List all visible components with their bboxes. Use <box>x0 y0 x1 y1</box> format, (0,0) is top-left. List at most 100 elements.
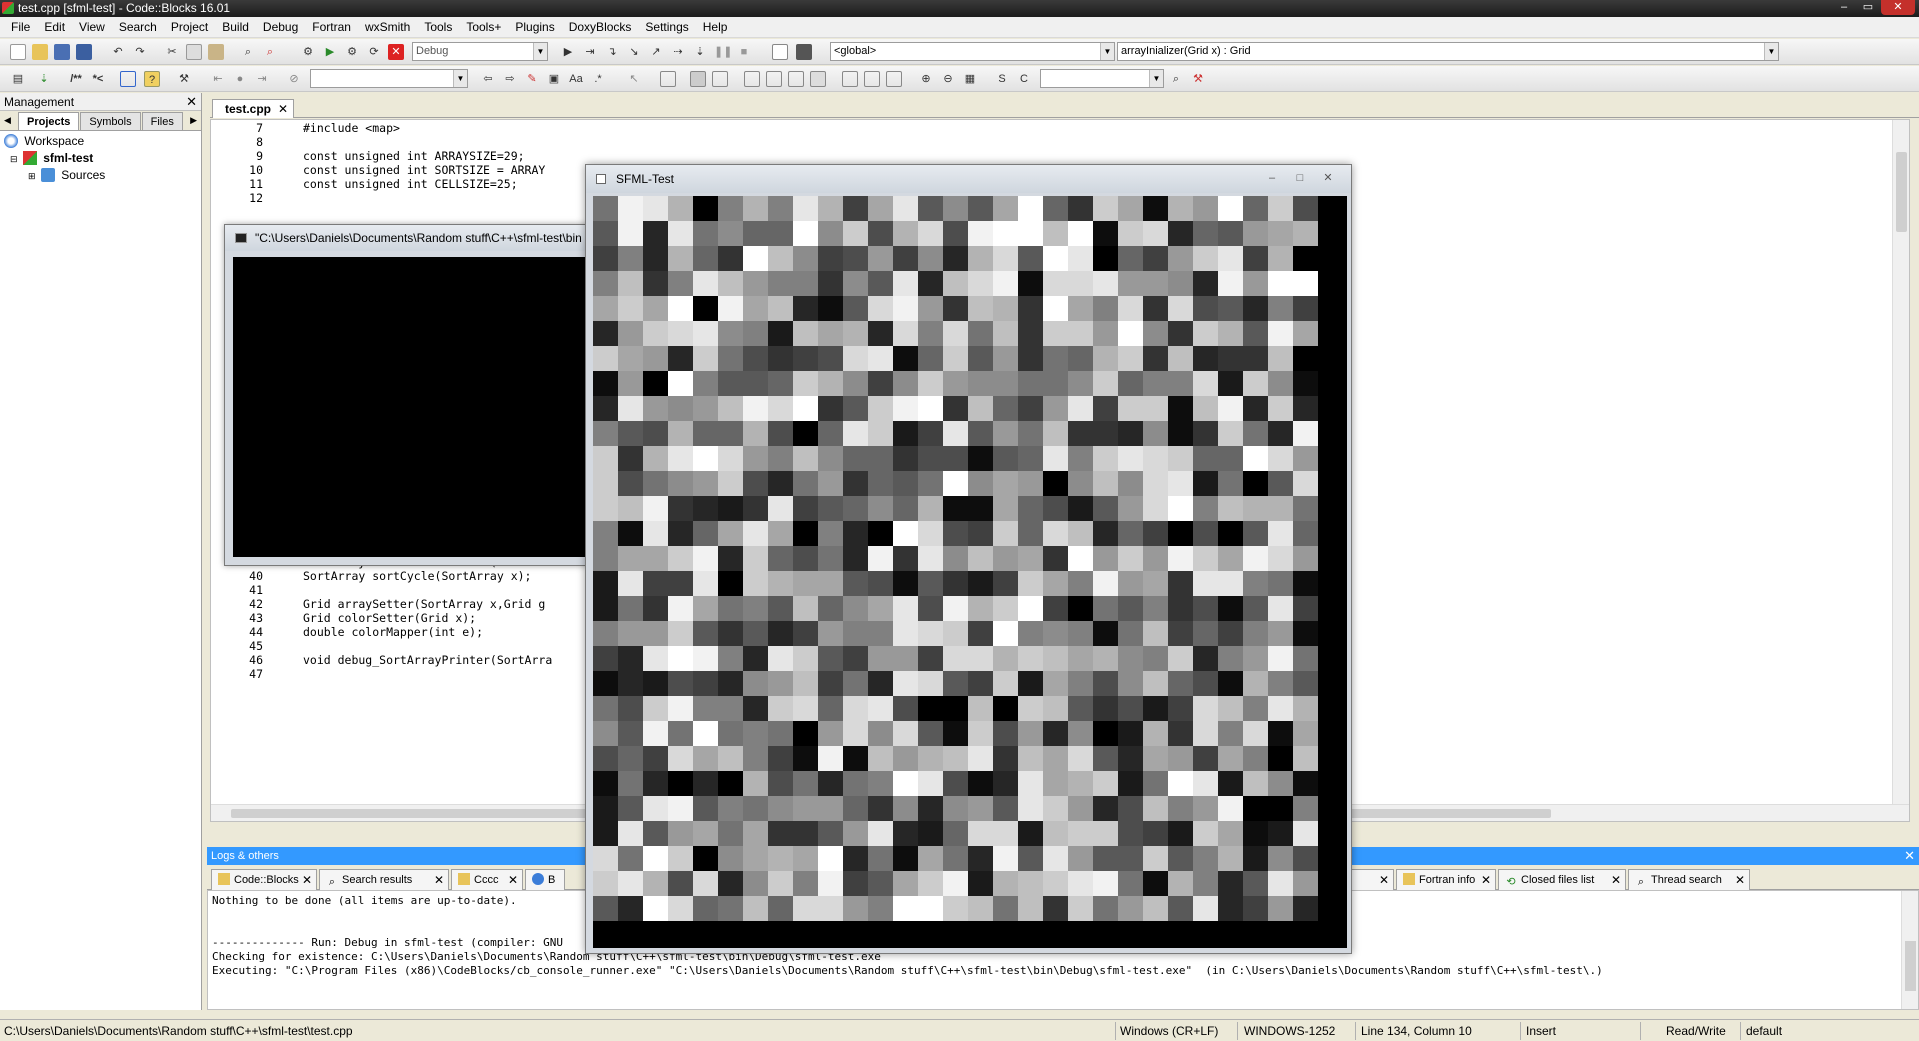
scroll-thumb[interactable] <box>1896 152 1907 232</box>
doxy-line-comment-button[interactable]: *< <box>88 71 108 87</box>
help-icon[interactable]: ? <box>144 71 160 87</box>
menu-view[interactable]: View <box>72 17 112 38</box>
open-folder-icon[interactable] <box>32 44 48 60</box>
extra-combo[interactable]: ▼ <box>1040 69 1164 88</box>
build-target-select[interactable]: Debug ▼ <box>412 42 548 61</box>
sfml-maximize-button[interactable]: □ <box>1287 169 1313 186</box>
tools-icon[interactable]: ⚒ <box>1190 71 1206 87</box>
pause-icon[interactable]: ❚❚ <box>714 44 732 60</box>
menu-search[interactable]: Search <box>112 17 164 38</box>
tab-closed-files[interactable]: ⟲ Closed files list ✕ <box>1498 869 1626 890</box>
maximize-button[interactable]: ▭ <box>1857 0 1879 15</box>
frame-icon[interactable] <box>712 71 728 87</box>
tab-fortran-info[interactable]: Fortran info ✕ <box>1396 869 1496 890</box>
menu-edit[interactable]: Edit <box>37 17 72 38</box>
box-sizer-icon[interactable] <box>744 71 760 87</box>
zoom-out-icon[interactable]: ⊖ <box>940 71 956 87</box>
scope-select[interactable]: <global> ▼ <box>830 42 1115 61</box>
menu-tools[interactable]: Tools <box>417 17 459 38</box>
regex-icon[interactable]: .* <box>590 71 606 87</box>
cut-icon[interactable]: ✂ <box>164 44 180 60</box>
flex-grid-sizer-icon[interactable] <box>810 71 826 87</box>
tab-symbols[interactable]: Symbols <box>80 112 141 130</box>
menu-fortran[interactable]: Fortran <box>305 17 358 38</box>
dialog-icon[interactable] <box>690 71 706 87</box>
various-info-icon[interactable] <box>796 44 812 60</box>
debug-start-icon[interactable]: ▶ <box>560 44 576 60</box>
editor-vertical-scrollbar[interactable] <box>1892 120 1909 821</box>
build-gear-icon[interactable]: ⚙ <box>300 44 316 60</box>
preview-icon[interactable]: ▦ <box>962 71 978 87</box>
copy-icon[interactable] <box>186 44 202 60</box>
zoom-in-icon[interactable]: ⊕ <box>918 71 934 87</box>
pointer-icon[interactable]: ↖ <box>626 71 642 87</box>
tab-scroll-left-icon[interactable]: ◀ <box>4 115 11 126</box>
tab-files[interactable]: Files <box>141 112 183 130</box>
project-manager-icon[interactable]: ▤ <box>10 71 26 87</box>
static-box-sizer-icon[interactable] <box>766 71 782 87</box>
menu-debug[interactable]: Debug <box>256 17 305 38</box>
minimize-button[interactable]: – <box>1833 0 1855 15</box>
build-and-run-icon[interactable]: ⚙ <box>344 44 360 60</box>
find-icon[interactable]: ⌕ <box>240 44 256 60</box>
forward-icon[interactable]: ⇥ <box>254 71 270 87</box>
highlight-icon[interactable]: ✎ <box>524 71 540 87</box>
tab-codeblocks-log[interactable]: Code::Blocks ✕ <box>211 869 317 890</box>
symbol-s-icon[interactable]: S <box>994 71 1010 87</box>
save-all-icon[interactable] <box>76 44 92 60</box>
doxy-comment-block-button[interactable]: /** <box>64 71 88 87</box>
bookmark-icon[interactable]: ● <box>232 71 248 87</box>
close-tab-icon[interactable]: ✕ <box>1481 870 1491 890</box>
tree-item-project[interactable]: ⊟ sfml-test <box>0 150 201 167</box>
close-button[interactable]: ✕ <box>1881 0 1915 15</box>
sfml-minimize-button[interactable]: – <box>1259 169 1285 186</box>
stop-debug-icon[interactable]: ■ <box>736 44 752 60</box>
redo-icon[interactable]: ↷ <box>132 44 148 60</box>
match-case-icon[interactable]: Aa <box>568 71 584 87</box>
menu-file[interactable]: File <box>4 17 37 38</box>
back-icon[interactable]: ⇤ <box>210 71 226 87</box>
sfml-window[interactable]: SFML-Test – □ ✕ <box>585 164 1352 954</box>
replace-icon[interactable]: ⌕ <box>262 44 278 60</box>
undo-icon[interactable]: ↶ <box>110 44 126 60</box>
search-combo[interactable]: ▼ <box>310 69 468 88</box>
tab-projects[interactable]: Projects <box>18 112 80 130</box>
console-output[interactable] <box>233 257 588 557</box>
step-out-icon[interactable]: ↗ <box>648 44 664 60</box>
step-into-instruction-icon[interactable]: ⇣ <box>692 44 708 60</box>
menu-settings[interactable]: Settings <box>638 17 695 38</box>
tree-item-sources[interactable]: ⊞ Sources <box>0 167 201 184</box>
doxywizard-icon[interactable] <box>120 71 136 87</box>
tab-test-cpp[interactable]: test.cpp ✕ <box>212 99 295 118</box>
grid-sizer-icon[interactable] <box>788 71 804 87</box>
toggle-marker-icon[interactable]: ⊘ <box>286 71 302 87</box>
close-logs-icon[interactable]: ✕ <box>1904 847 1915 865</box>
selected-text-icon[interactable]: ▣ <box>546 71 562 87</box>
search-tool-icon[interactable]: ⌕ <box>1168 71 1184 87</box>
close-tab-icon[interactable]: ✕ <box>302 870 312 890</box>
run-to-cursor-icon[interactable]: ⇥ <box>582 44 598 60</box>
panel-icon[interactable] <box>660 71 676 87</box>
symbol-c-icon[interactable]: C <box>1016 71 1032 87</box>
abort-icon[interactable]: ✕ <box>388 44 404 60</box>
find-prev-icon[interactable]: ⇦ <box>480 71 496 87</box>
wrench-icon[interactable]: ⚒ <box>176 71 192 87</box>
tab-search-results[interactable]: ⌕ Search results ✕ <box>319 869 449 890</box>
sfml-close-button[interactable]: ✕ <box>1315 169 1341 186</box>
rebuild-icon[interactable]: ⟳ <box>366 44 382 60</box>
sfml-render-canvas[interactable] <box>593 196 1347 948</box>
step-into-icon[interactable]: ↘ <box>626 44 642 60</box>
run-icon[interactable]: ▶ <box>322 44 338 60</box>
collapse-icon[interactable]: ⊟ <box>10 154 18 164</box>
debug-windows-icon[interactable] <box>772 44 788 60</box>
close-tab-icon[interactable]: ✕ <box>1611 870 1621 890</box>
menu-plugins[interactable]: Plugins <box>508 17 561 38</box>
tab-build-log[interactable]: B <box>525 869 565 890</box>
expand-icon[interactable]: ⊞ <box>28 171 36 181</box>
menu-doxyblocks[interactable]: DoxyBlocks <box>562 17 639 38</box>
menu-build[interactable]: Build <box>215 17 256 38</box>
tab-thread-search[interactable]: ⌕ Thread search ✕ <box>1628 869 1750 890</box>
close-tab-icon[interactable]: ✕ <box>1735 870 1745 890</box>
tree-item-workspace[interactable]: Workspace <box>0 133 201 150</box>
logs-vertical-scrollbar[interactable] <box>1901 891 1918 1009</box>
